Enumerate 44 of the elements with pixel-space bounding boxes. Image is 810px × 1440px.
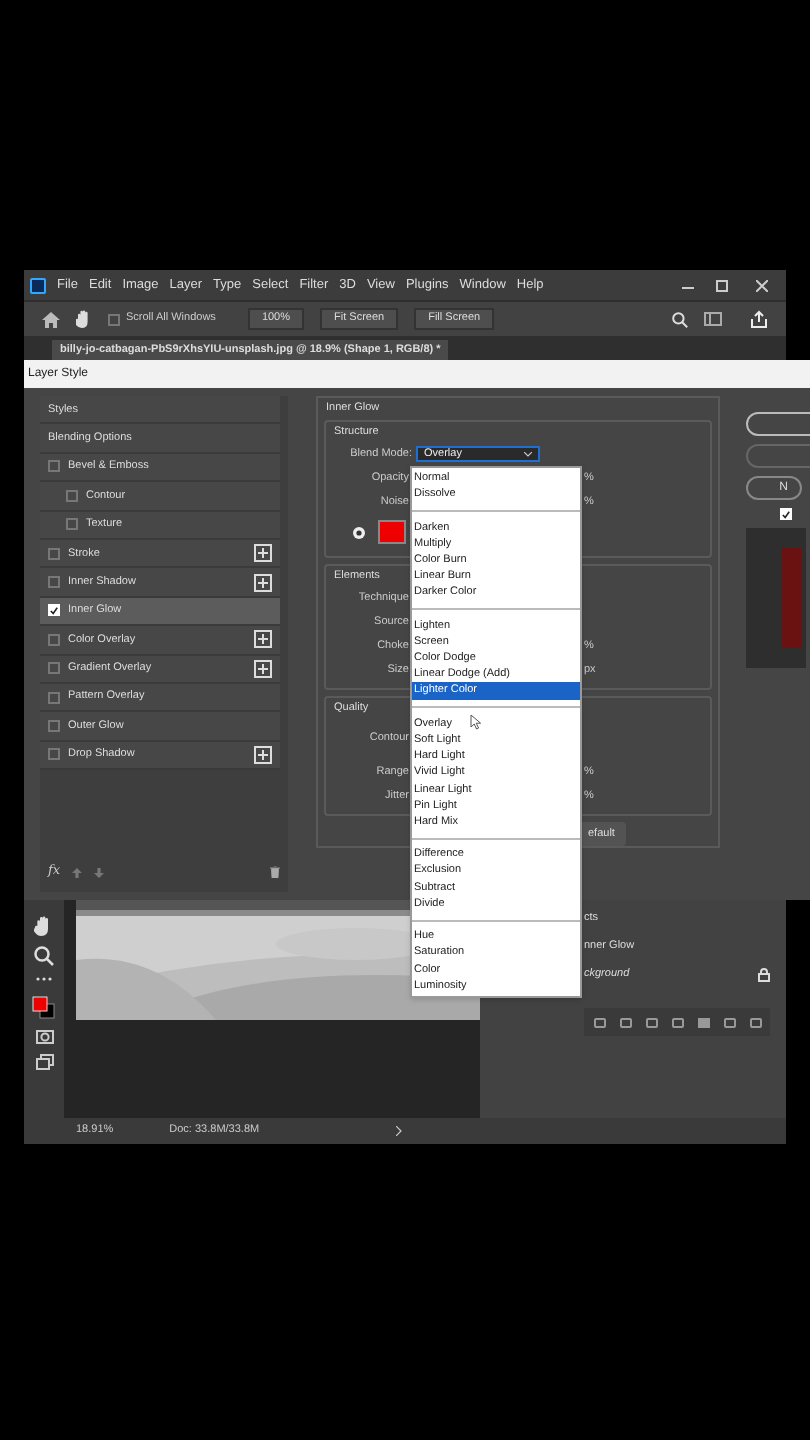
plus-icon[interactable]: [254, 659, 272, 678]
checkbox[interactable]: [66, 518, 78, 531]
checkbox[interactable]: [48, 547, 60, 560]
arrow-down-icon[interactable]: [94, 867, 105, 877]
plus-icon[interactable]: [254, 544, 272, 563]
checkbox[interactable]: [48, 460, 60, 473]
maximize-icon[interactable]: [715, 279, 727, 291]
checkbox[interactable]: [48, 604, 60, 617]
arrow-up-icon[interactable]: [72, 867, 83, 877]
hand-icon[interactable]: [34, 916, 54, 936]
checkbox[interactable]: [48, 576, 60, 589]
ok-button[interactable]: [746, 412, 810, 436]
plus-icon[interactable]: [254, 630, 272, 649]
checkbox[interactable]: [48, 719, 60, 732]
quick-mask-icon[interactable]: [35, 1030, 53, 1044]
lock-icon: [758, 967, 770, 981]
plus-icon[interactable]: [254, 745, 272, 764]
app-logo-icon: [30, 277, 46, 293]
close-icon[interactable]: [756, 279, 768, 291]
checkbox[interactable]: [780, 508, 792, 520]
screen-mode-icon[interactable]: [35, 1054, 53, 1070]
checkbox[interactable]: [108, 313, 120, 325]
mouse-cursor-icon: [470, 714, 482, 730]
color-swatch[interactable]: [378, 520, 406, 544]
checkbox[interactable]: [48, 662, 60, 675]
checkmark-icon: [50, 605, 58, 616]
preview-swatch: [782, 548, 802, 648]
color-swatches-icon[interactable]: [32, 992, 56, 1020]
checkbox[interactable]: [48, 748, 60, 761]
share-icon[interactable]: [750, 310, 768, 328]
plus-icon[interactable]: [254, 573, 272, 592]
radio-button[interactable]: [352, 525, 366, 539]
zoom-icon[interactable]: [34, 946, 54, 966]
checkbox[interactable]: [48, 633, 60, 646]
panel-layout-icon[interactable]: [704, 312, 722, 326]
home-icon[interactable]: [42, 311, 60, 327]
checkbox[interactable]: [48, 691, 60, 704]
checkmark-icon: [782, 509, 790, 519]
chevron-right-icon[interactable]: [395, 1126, 402, 1136]
more-tools-icon[interactable]: [36, 976, 52, 982]
chevron-down-icon: [524, 451, 532, 457]
search-icon[interactable]: [672, 311, 688, 327]
hand-icon[interactable]: [76, 310, 92, 328]
checkbox[interactable]: [66, 489, 78, 502]
